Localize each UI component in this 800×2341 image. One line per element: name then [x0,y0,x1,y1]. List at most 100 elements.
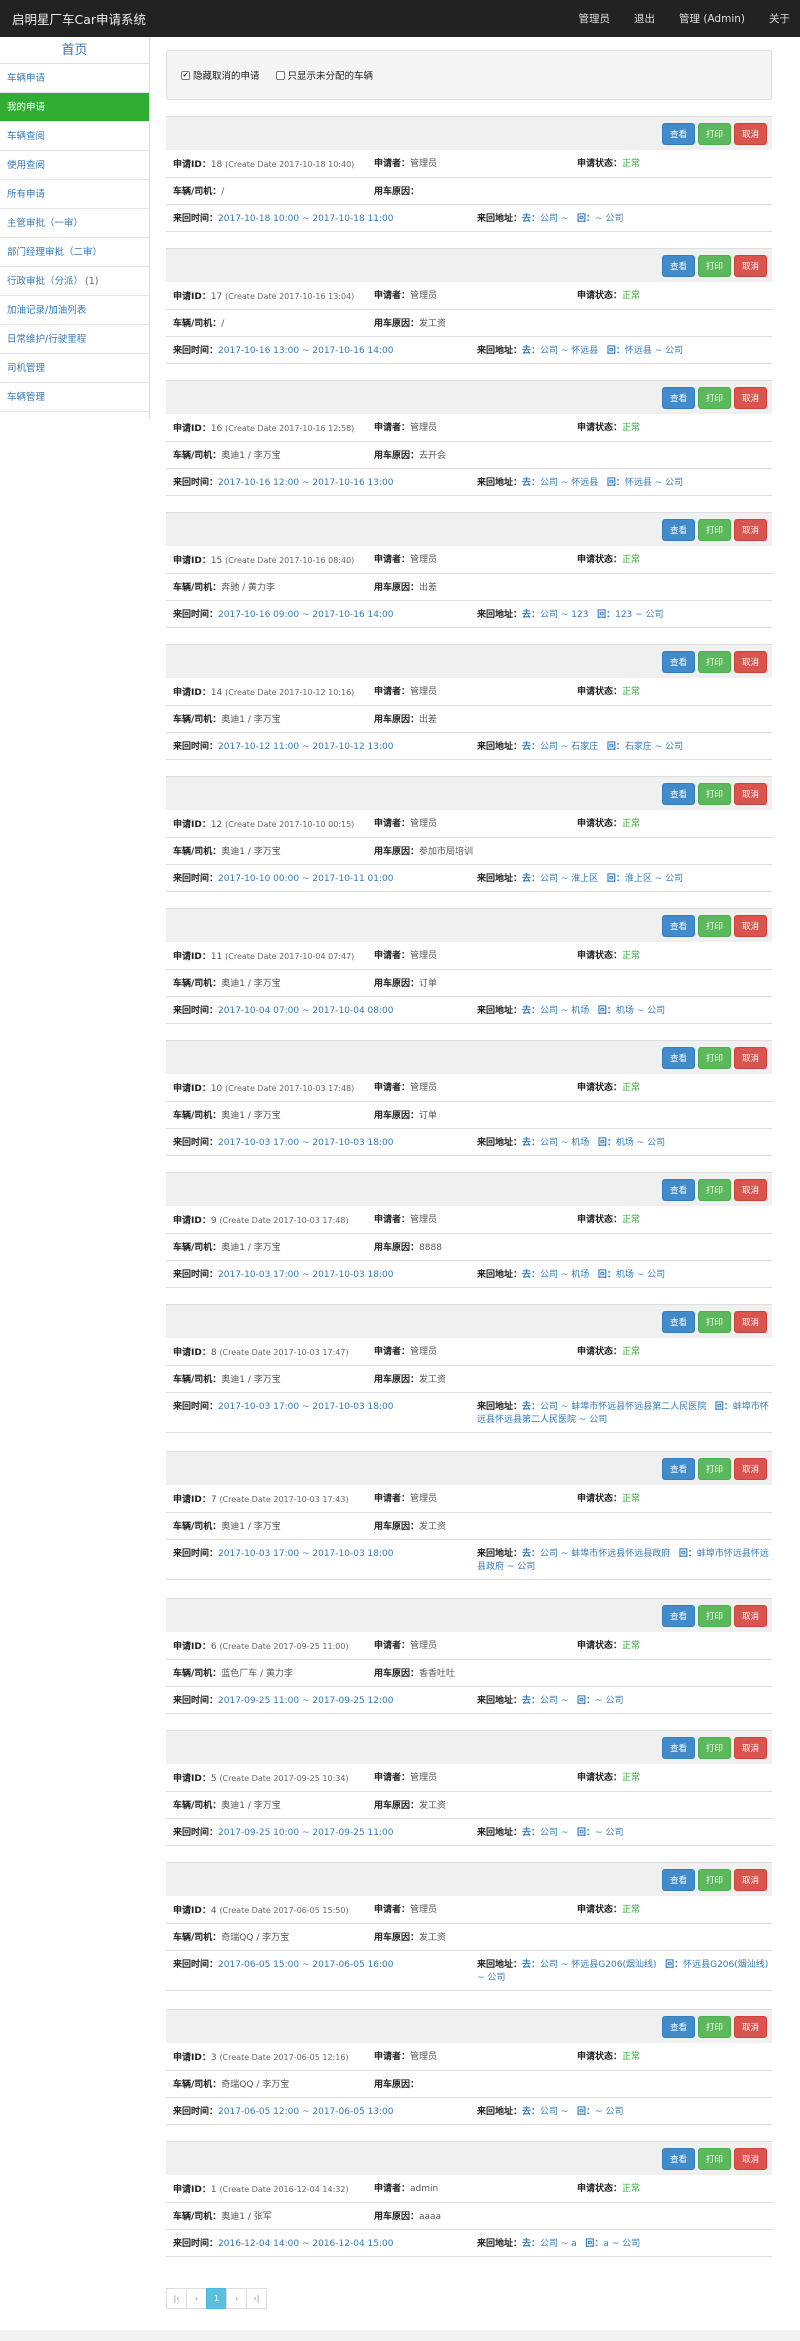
only-unassigned-checkbox[interactable]: 只显示未分配的车辆 [275,68,373,82]
time-label: 来回时间： [173,1402,219,1412]
print-button[interactable]: 打印 [697,1310,731,1333]
address-cell: 来回地址：去：公司 ~ 123 回：123 ~ 公司 [477,609,772,622]
status-value: 正常 [622,951,641,961]
print-button[interactable]: 打印 [697,1178,731,1201]
sidebar-item-maintenance[interactable]: 日常维护/行驶里程 [0,325,149,354]
print-button[interactable]: 打印 [697,386,731,409]
time-label: 来回时间： [173,742,219,752]
status-value: 正常 [622,819,641,829]
card-vehicle-row: 车辆/司机：奥迪1 / 李万宝 用车原因：发工资 [166,1792,772,1819]
checkbox-unchecked-icon[interactable] [275,70,285,80]
card-vehicle-row: 车辆/司机：奔驰 / 黄力李 用车原因：出差 [166,574,772,601]
cancel-button[interactable]: 取消 [733,1868,767,1891]
page-next-button[interactable]: › [226,2288,247,2309]
applicant-name: 管理员 [410,951,438,961]
view-button[interactable]: 查看 [661,650,695,673]
application-id: 14 [210,688,223,698]
cancel-button[interactable]: 取消 [733,386,767,409]
application-id: 4 [210,1906,217,1916]
nav-logout[interactable]: 退出 [634,11,655,26]
cancel-button[interactable]: 取消 [733,1310,767,1333]
view-button[interactable]: 查看 [661,386,695,409]
cancel-button[interactable]: 取消 [733,914,767,937]
view-button[interactable]: 查看 [661,782,695,805]
print-button[interactable]: 打印 [697,518,731,541]
page-prev-button[interactable]: ‹ [186,2288,207,2309]
sidebar-item-manager-approval[interactable]: 部门经理审批（二审） [0,238,149,267]
pagination: |‹ ‹ 1 › ›| [166,2288,267,2309]
view-button[interactable]: 查看 [661,1868,695,1891]
checkbox-checked-icon[interactable]: ✔ [181,70,190,80]
back-label: 回： [577,1696,596,1706]
cancel-button[interactable]: 取消 [733,650,767,673]
cancel-button[interactable]: 取消 [733,1457,767,1480]
sidebar-item-supervisor-approval[interactable]: 主管审批（一审） [0,209,149,238]
print-button[interactable]: 打印 [697,1457,731,1480]
address-cell: 来回地址：去：公司 ~ 回：~ 公司 [477,1827,772,1840]
nav-user[interactable]: 管理员 [579,11,611,26]
print-button[interactable]: 打印 [697,650,731,673]
view-button[interactable]: 查看 [661,1178,695,1201]
cancel-button[interactable]: 取消 [733,1178,767,1201]
print-button[interactable]: 打印 [697,1604,731,1627]
view-button[interactable]: 查看 [661,1457,695,1480]
view-button[interactable]: 查看 [661,1736,695,1759]
sidebar-item-my-applications[interactable]: 我的申请 [0,93,149,122]
app-title[interactable]: 启明星厂车Car申请系统 [12,9,146,28]
cancel-button[interactable]: 取消 [733,518,767,541]
cancel-button[interactable]: 取消 [733,2147,767,2170]
view-button[interactable]: 查看 [661,254,695,277]
go-label: 去： [522,2239,541,2249]
cancel-button[interactable]: 取消 [733,122,767,145]
view-button[interactable]: 查看 [661,2147,695,2170]
cancel-button[interactable]: 取消 [733,1604,767,1627]
cancel-button[interactable]: 取消 [733,1046,767,1069]
vehicle-cell: 车辆/司机：奥迪1 / 李万宝 [173,1521,374,1534]
page-first-button[interactable]: |‹ [166,2288,187,2309]
view-button[interactable]: 查看 [661,518,695,541]
back-label: 回： [585,2239,604,2249]
go-label: 去： [522,1549,541,1559]
sidebar-item-all-applications[interactable]: 所有申请 [0,180,149,209]
page-number-button[interactable]: 1 [206,2288,227,2309]
view-button[interactable]: 查看 [661,122,695,145]
print-button[interactable]: 打印 [697,782,731,805]
address-label: 来回地址： [477,1270,523,1280]
time-cell: 来回时间：2016-12-04 14:00 ~ 2016-12-04 15:00 [173,2238,477,2251]
print-button[interactable]: 打印 [697,122,731,145]
print-button[interactable]: 打印 [697,1046,731,1069]
print-button[interactable]: 打印 [697,1736,731,1759]
sidebar-item-vehicle-management[interactable]: 车辆管理 [0,383,149,412]
cancel-button[interactable]: 取消 [733,2015,767,2038]
print-button[interactable]: 打印 [697,2015,731,2038]
go-route: 公司 ~ 123 [540,610,589,620]
print-button[interactable]: 打印 [697,2147,731,2170]
reason-label: 用车原因： [374,1243,420,1253]
cancel-button[interactable]: 取消 [733,254,767,277]
print-button[interactable]: 打印 [697,1868,731,1891]
sidebar-item-fuel-records[interactable]: 加油记录/加油列表 [0,296,149,325]
print-button[interactable]: 打印 [697,254,731,277]
view-button[interactable]: 查看 [661,2015,695,2038]
status-value: 正常 [622,1083,641,1093]
sidebar-item-usage-lookup[interactable]: 使用查阅 [0,151,149,180]
print-button[interactable]: 打印 [697,914,731,937]
applicant-label: 申请者： [374,1905,411,1915]
cancel-button[interactable]: 取消 [733,1736,767,1759]
sidebar-item-vehicle-lookup[interactable]: 车辆查阅 [0,122,149,151]
page-last-button[interactable]: ›| [246,2288,267,2309]
sidebar-item-driver-management[interactable]: 司机管理 [0,354,149,383]
view-button[interactable]: 查看 [661,1604,695,1627]
sidebar-home[interactable]: 首页 [0,37,149,64]
nav-admin[interactable]: 管理 (Admin) [679,11,745,26]
hide-cancelled-checkbox[interactable]: ✔ 隐藏取消的申请 [181,68,260,82]
vehicle-cell: 车辆/司机：蓝色厂车 / 黄力李 [173,1668,374,1681]
nav-about[interactable]: 关于 [769,11,790,26]
sidebar-item-admin-approval[interactable]: 行政审批（分派） (1) [0,267,149,296]
view-button[interactable]: 查看 [661,1046,695,1069]
view-button[interactable]: 查看 [661,914,695,937]
cancel-button[interactable]: 取消 [733,782,767,805]
address-cell: 来回地址：去：公司 ~ 机场 回：机场 ~ 公司 [477,1005,772,1018]
sidebar-item-vehicle-apply[interactable]: 车辆申请 [0,64,149,93]
view-button[interactable]: 查看 [661,1310,695,1333]
